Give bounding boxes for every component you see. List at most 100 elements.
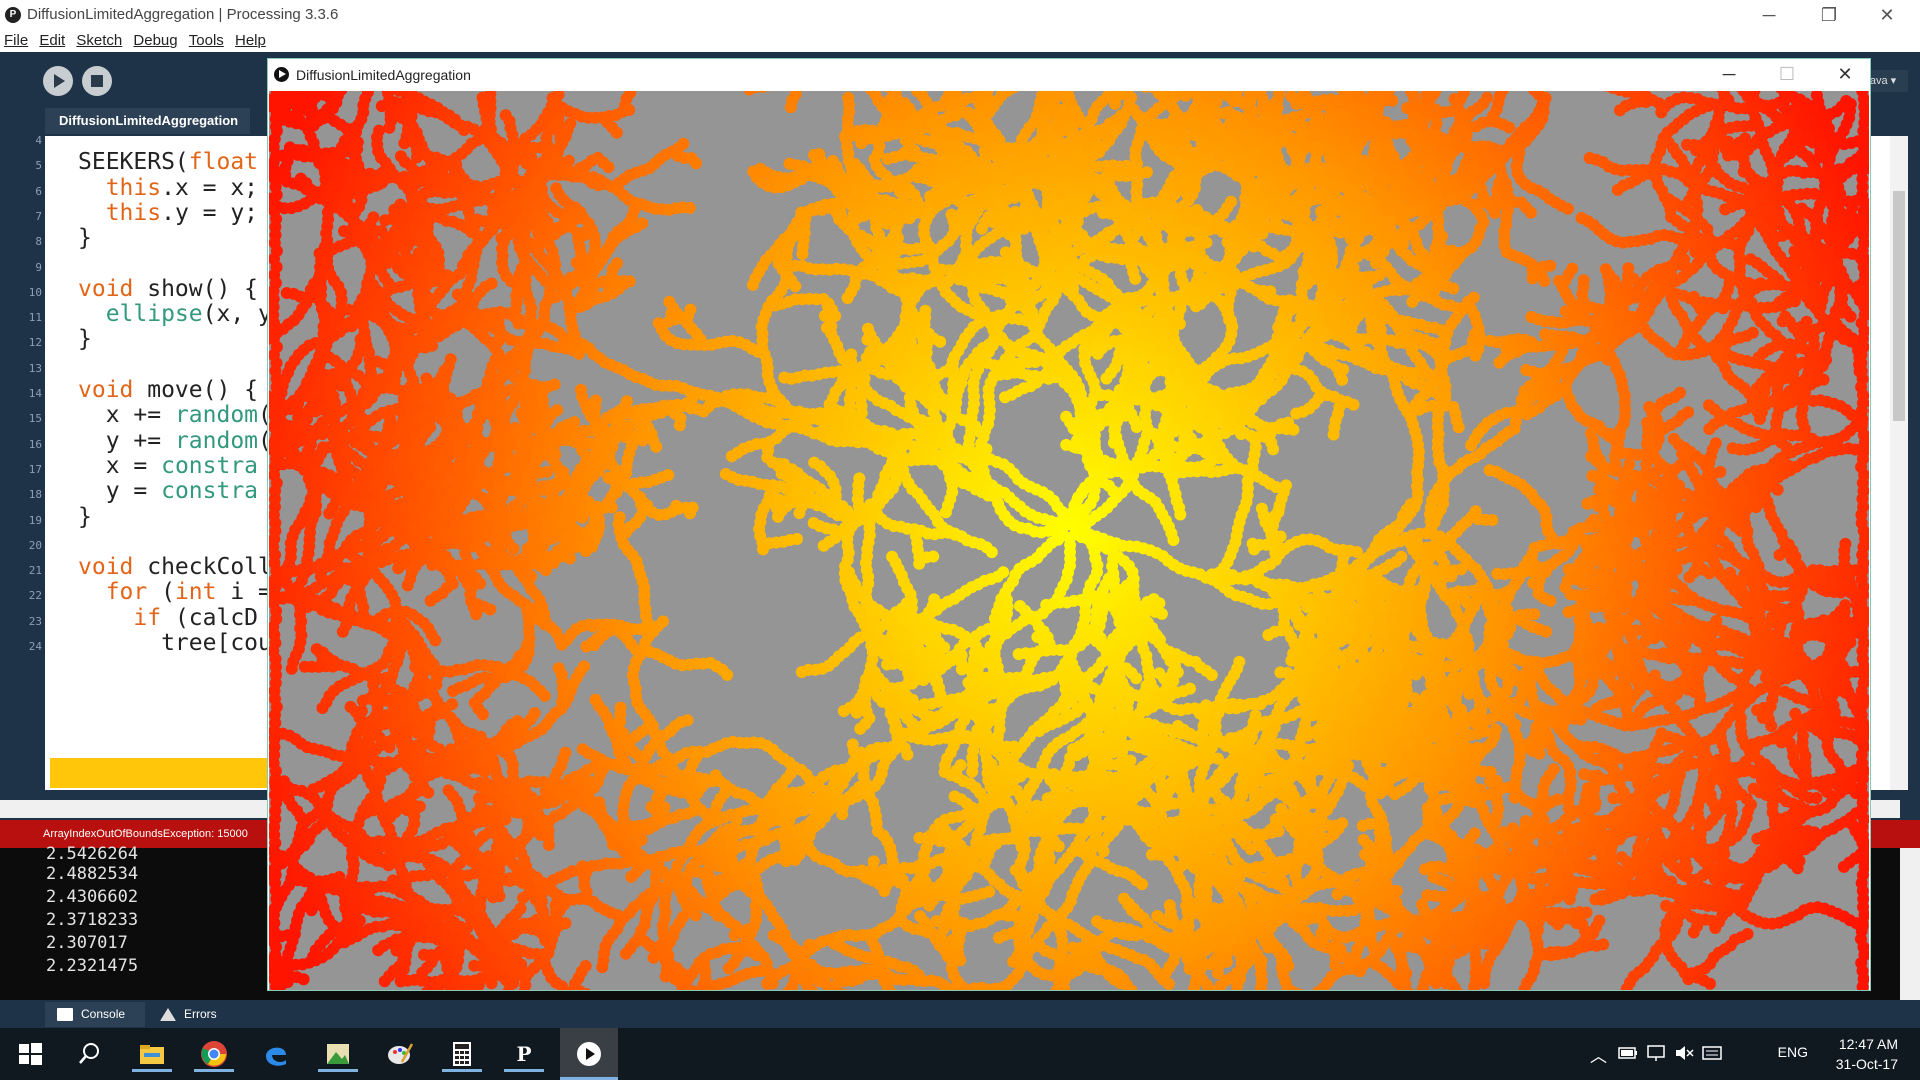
- line-number: 4: [0, 134, 42, 147]
- line-number-gutter: 4 5 6 7 8 9 10 11 12 13 14 15 16 17 18 19 20 21 22 23 24: [0, 134, 45, 790]
- code-line: x += random(: [78, 402, 272, 428]
- processing-icon: P: [516, 1042, 531, 1066]
- editor-scrollbar[interactable]: [1890, 136, 1908, 790]
- active-indicator: [194, 1069, 234, 1072]
- sketch-run-button[interactable]: [560, 1028, 618, 1080]
- paint-icon: [388, 1043, 414, 1064]
- tab-errors[interactable]: Errors: [148, 1002, 248, 1027]
- line-number: 6: [0, 185, 42, 198]
- minimize-button[interactable]: ─: [1740, 0, 1798, 30]
- file-explorer-icon: [140, 1045, 164, 1064]
- processing-button[interactable]: P: [504, 1036, 544, 1072]
- line-number: 24: [0, 640, 42, 653]
- search-icon: [79, 1043, 99, 1064]
- ide-window-title: DiffusionLimitedAggregation | Processing…: [27, 6, 338, 23]
- tab-console[interactable]: Console: [45, 1002, 145, 1027]
- code-line: for (int i =: [78, 579, 272, 605]
- console-line: 2.5426264: [46, 844, 138, 864]
- chevron-up-icon[interactable]: ︿: [1590, 1042, 1607, 1067]
- run-button[interactable]: [43, 66, 73, 96]
- scroll-thumb[interactable]: [1893, 191, 1905, 421]
- console-line: 2.4306602: [46, 887, 138, 907]
- code-line: this.x = x;: [78, 175, 258, 201]
- line-number: 11: [0, 311, 42, 324]
- line-number: 22: [0, 589, 42, 602]
- sketch-maximize-button[interactable]: ☐: [1758, 59, 1816, 90]
- menu-sketch[interactable]: Sketch: [76, 30, 122, 52]
- close-button[interactable]: ✕: [1858, 0, 1916, 30]
- line-number: 8: [0, 235, 42, 248]
- menu-debug[interactable]: Debug: [133, 30, 177, 52]
- search-button[interactable]: [70, 1036, 110, 1072]
- file-explorer-button[interactable]: [132, 1036, 172, 1072]
- console-line: 2.307017: [46, 933, 128, 953]
- line-number: 16: [0, 438, 42, 451]
- photos-button[interactable]: [318, 1036, 358, 1072]
- line-number: 7: [0, 210, 42, 223]
- line-number: 20: [0, 539, 42, 552]
- sketch-run-icon: [274, 67, 289, 82]
- battery-icon[interactable]: [1618, 1046, 1638, 1060]
- clock[interactable]: 12:47 AM 31-Oct-17: [1836, 1034, 1898, 1074]
- sketch-window[interactable]: DiffusionLimitedAggregation ─ ☐ ✕: [267, 58, 1871, 991]
- menu-tools[interactable]: Tools: [189, 30, 224, 52]
- sketch-titlebar[interactable]: DiffusionLimitedAggregation ─ ☐ ✕: [268, 59, 1870, 90]
- active-indicator: [318, 1069, 358, 1072]
- language-indicator[interactable]: ENG: [1778, 1044, 1808, 1060]
- ide-titlebar: P DiffusionLimitedAggregation | Processi…: [0, 0, 1920, 30]
- warning-icon: [160, 1008, 176, 1021]
- windows-start-button[interactable]: [10, 1036, 50, 1072]
- line-number: 19: [0, 514, 42, 527]
- code-line: y += random(: [78, 428, 272, 454]
- keyboard-icon[interactable]: [1702, 1044, 1722, 1062]
- line-number: 5: [0, 159, 42, 172]
- network-icon[interactable]: [1646, 1044, 1666, 1062]
- code-line: void checkColl: [78, 554, 272, 580]
- photos-icon: [327, 1044, 349, 1064]
- menu-help[interactable]: Help: [235, 30, 266, 52]
- menu-bar: File Edit Sketch Debug Tools Help: [0, 30, 1920, 52]
- code-line: this.y = y;: [78, 200, 258, 226]
- code-line: tree[cou: [78, 630, 272, 656]
- menu-edit[interactable]: Edit: [39, 30, 65, 52]
- stop-button[interactable]: [82, 66, 112, 96]
- code-line: }: [78, 326, 92, 352]
- code-line: void move() {: [78, 377, 258, 403]
- error-highlight-line: [50, 758, 270, 788]
- menu-file[interactable]: File: [4, 30, 28, 52]
- taskbar: P ︿ ENG 12:47 AM 31-Oct-17: [0, 1028, 1920, 1080]
- code-line: ellipse(x, y: [78, 301, 272, 327]
- console-tab-bar: Console Errors: [0, 1000, 1920, 1028]
- sketch-close-button[interactable]: ✕: [1816, 59, 1874, 90]
- line-number: 13: [0, 362, 42, 375]
- dla-drawing: [269, 91, 1869, 990]
- console-line: 2.2321475: [46, 956, 138, 976]
- code-line: x = constra: [78, 453, 258, 479]
- edge-button[interactable]: [256, 1036, 296, 1072]
- console-scrollbar[interactable]: [1900, 848, 1920, 1000]
- line-number: 23: [0, 615, 42, 628]
- clock-time: 12:47 AM: [1836, 1034, 1898, 1054]
- line-number: 15: [0, 412, 42, 425]
- sketch-minimize-button[interactable]: ─: [1700, 59, 1758, 90]
- dla-canvas[interactable]: [269, 91, 1869, 990]
- line-number: 18: [0, 488, 42, 501]
- restore-button[interactable]: ❐: [1800, 0, 1858, 30]
- code-line: if (calcD: [78, 605, 258, 631]
- paint-button[interactable]: [380, 1036, 420, 1072]
- chrome-icon: [201, 1041, 227, 1067]
- chrome-button[interactable]: [194, 1036, 234, 1072]
- calculator-button[interactable]: [442, 1036, 482, 1072]
- volume-muted-icon[interactable]: [1674, 1044, 1694, 1062]
- edge-icon: [266, 1047, 286, 1066]
- tab-diffusion-limited-aggregation[interactable]: DiffusionLimitedAggregation: [45, 108, 250, 134]
- sketch-window-title: DiffusionLimitedAggregation: [296, 67, 471, 83]
- calculator-icon: [453, 1042, 471, 1066]
- console-icon: [57, 1008, 73, 1021]
- active-indicator: [442, 1069, 482, 1072]
- clock-date: 31-Oct-17: [1836, 1054, 1898, 1074]
- code-line: SEEKERS(float: [78, 149, 258, 175]
- active-indicator: [504, 1069, 544, 1072]
- line-number: 21: [0, 564, 42, 577]
- sketch-run-icon: [577, 1042, 601, 1066]
